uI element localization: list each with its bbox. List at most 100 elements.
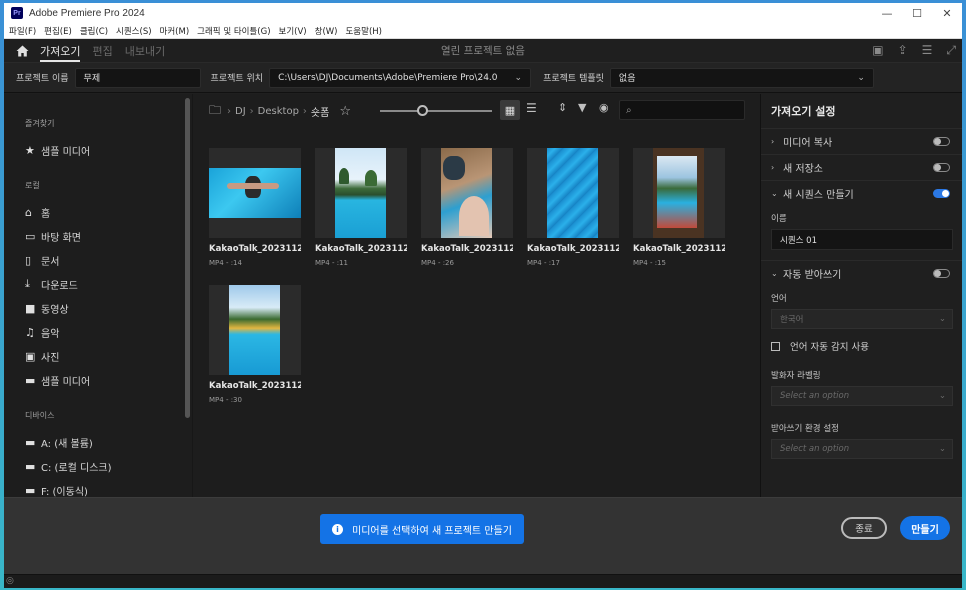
desktop-icon: ▭	[25, 229, 36, 243]
info-message: 미디어를 선택하여 새 프로젝트 만들기	[352, 525, 512, 537]
project-location-select[interactable]: C:\Users\DJ\Documents\Adobe\Premiere Pro…	[269, 67, 532, 88]
search-input[interactable]: ⌕	[619, 100, 745, 120]
favorite-star-icon[interactable]: ☆	[339, 104, 351, 119]
sort-button[interactable]: ⇕	[558, 101, 567, 114]
auto-transcribe-row[interactable]: ⌄ 자동 받아쓰기	[761, 260, 962, 286]
transcribe-preferences-label: 받아쓰기 환경 설정	[771, 424, 839, 434]
breadcrumb-dj[interactable]: DJ	[235, 106, 246, 117]
fullscreen-icon[interactable]: ⤢	[946, 43, 956, 58]
tab-export[interactable]: 내보내기	[125, 39, 165, 63]
bottom-action-bar: i 미디어를 선택하여 새 프로젝트 만들기 종료 만들기	[4, 497, 962, 574]
folder-icon: ▬	[25, 483, 36, 497]
transcribe-preferences-select[interactable]: Select an option ⌄	[771, 439, 953, 459]
menu-window[interactable]: 창(W)	[315, 25, 338, 37]
copy-media-row[interactable]: › 미디어 복사	[761, 128, 962, 154]
sidebar-item-home[interactable]: ⌂ 홈	[4, 200, 192, 224]
media-thumbnail	[209, 285, 301, 375]
folder-icon: ▬	[25, 459, 36, 473]
speaker-labeling-select[interactable]: Select an option ⌄	[771, 386, 953, 406]
menu-sequence[interactable]: 시퀀스(S)	[116, 25, 152, 37]
media-meta: MP4 - :14	[209, 259, 242, 267]
new-bin-row[interactable]: › 새 저장소	[761, 154, 962, 180]
chevron-down-icon: ⌄	[857, 72, 865, 83]
folder-nav-icon[interactable]: 🗀	[209, 101, 221, 122]
media-thumbnail	[527, 148, 619, 238]
copy-media-toggle[interactable]	[933, 137, 950, 146]
tab-edit[interactable]: 편집	[92, 39, 112, 63]
auto-detect-label: 언어 자동 감지 사용	[790, 342, 869, 353]
project-name-label: 프로젝트 이름	[16, 74, 69, 84]
sequence-name-input[interactable]: 시퀀스 01	[771, 229, 953, 250]
media-tile[interactable]: KakaoTalk_2023112... MP4 - :26	[421, 148, 513, 267]
auto-detect-language-option[interactable]: 언어 자동 감지 사용	[761, 339, 962, 353]
list-view-button[interactable]: ☰	[526, 101, 537, 115]
create-button[interactable]: 만들기	[900, 516, 950, 540]
menu-graphics[interactable]: 그래픽 및 타이틀(G)	[197, 25, 270, 37]
project-location-label: 프로젝트 위치	[210, 74, 264, 84]
create-sequence-toggle[interactable]	[933, 189, 950, 198]
minimize-button[interactable]: —	[872, 3, 902, 23]
menu-clip[interactable]: 클립(C)	[80, 25, 108, 37]
sidebar-item-pictures[interactable]: ▣ 사진	[4, 344, 192, 368]
project-template-select[interactable]: 없음 ⌄	[609, 67, 874, 88]
create-sequence-row[interactable]: ⌄ 새 시퀀스 만들기	[761, 180, 962, 206]
auto-detect-checkbox[interactable]	[771, 341, 780, 351]
grid-view-button[interactable]: ▦	[500, 100, 520, 120]
share-icon[interactable]: ⇪	[898, 43, 908, 58]
close-window-button[interactable]: ✕	[932, 3, 962, 23]
quick-export-icon[interactable]: ▣	[872, 43, 883, 58]
home-button[interactable]	[4, 45, 40, 57]
auto-transcribe-toggle[interactable]	[933, 269, 950, 278]
sidebar-item-drive-a[interactable]: ▬ A: (새 볼륨)	[4, 430, 192, 454]
workspaces-icon[interactable]: ☰	[922, 43, 933, 58]
sidebar-item-documents[interactable]: ▯ 문서	[4, 248, 192, 272]
preview-toggle-button[interactable]: ◉	[599, 101, 609, 114]
media-thumbnail	[209, 148, 301, 238]
sidebar-item-label: F: (이동식)	[41, 486, 88, 498]
sidebar-scrollbar[interactable]	[185, 98, 190, 418]
media-tile[interactable]: KakaoTalk_2023112... MP4 - :17	[527, 148, 619, 267]
language-value: 한국어	[780, 315, 804, 325]
media-filename: KakaoTalk_2023112...	[527, 244, 619, 254]
sidebar-item-desktop[interactable]: ▭ 바탕 화면	[4, 224, 192, 248]
project-name-input[interactable]: 무제	[74, 67, 201, 88]
menu-edit[interactable]: 편집(E)	[44, 25, 72, 37]
breadcrumb-current[interactable]: 숏폼	[311, 104, 329, 119]
slider-knob[interactable]	[416, 105, 428, 116]
sidebar-item-music[interactable]: ♫ 음악	[4, 320, 192, 344]
menu-file[interactable]: 파일(F)	[9, 25, 36, 37]
breadcrumb-desktop[interactable]: Desktop	[258, 106, 299, 117]
new-bin-toggle[interactable]	[933, 163, 950, 172]
menu-view[interactable]: 보기(V)	[279, 25, 307, 37]
chevron-down-icon: ⌄	[938, 314, 946, 324]
import-settings-panel: 가져오기 설정 › 미디어 복사 › 새 저장소 ⌄ 새 시퀀스 만들기 이름 …	[760, 94, 962, 497]
folder-icon: ▬	[25, 435, 36, 449]
chevron-down-icon: ⌄	[938, 391, 946, 401]
sidebar-item-sample-media-favorite[interactable]: ★ 샘플 미디어	[4, 138, 192, 162]
chevron-down-icon: ⌄	[771, 269, 778, 278]
language-select[interactable]: 한국어 ⌄	[771, 309, 953, 329]
window-title: Adobe Premiere Pro 2024	[29, 7, 145, 19]
media-tile[interactable]: KakaoTalk_2023112... MP4 - :11	[315, 148, 407, 267]
home-icon	[16, 45, 28, 56]
sidebar-item-sample-media[interactable]: ▬ 샘플 미디어	[4, 368, 192, 392]
menu-marker[interactable]: 마커(M)	[160, 25, 190, 37]
sidebar-item-label: C: (로컬 디스크)	[41, 462, 112, 474]
title-bar: Pr Adobe Premiere Pro 2024 — ☐ ✕	[4, 3, 962, 23]
exit-button[interactable]: 종료	[841, 517, 887, 539]
thumbnail-size-slider[interactable]	[380, 105, 492, 116]
media-tile[interactable]: KakaoTalk_2023112... MP4 - :14	[209, 148, 301, 267]
tab-import[interactable]: 가져오기	[40, 39, 81, 63]
maximize-button[interactable]: ☐	[902, 3, 932, 23]
sidebar-item-drive-c[interactable]: ▬ C: (로컬 디스크)	[4, 454, 192, 478]
menu-help[interactable]: 도움말(H)	[345, 25, 381, 37]
media-tile[interactable]: KakaoTalk_2023112... MP4 - :30	[209, 285, 301, 404]
create-sequence-label: 새 시퀀스 만들기	[783, 190, 854, 201]
folder-icon: ▬	[25, 373, 36, 387]
window-controls: — ☐ ✕	[872, 3, 962, 23]
media-tile[interactable]: KakaoTalk_2023112... MP4 - :15	[633, 148, 725, 267]
sidebar-item-downloads[interactable]: ⤓ 다운로드	[4, 272, 192, 296]
filter-button[interactable]: ▼	[578, 101, 586, 114]
devices-header: 디바이스	[25, 411, 55, 420]
sidebar-item-videos[interactable]: ■ 동영상	[4, 296, 192, 320]
